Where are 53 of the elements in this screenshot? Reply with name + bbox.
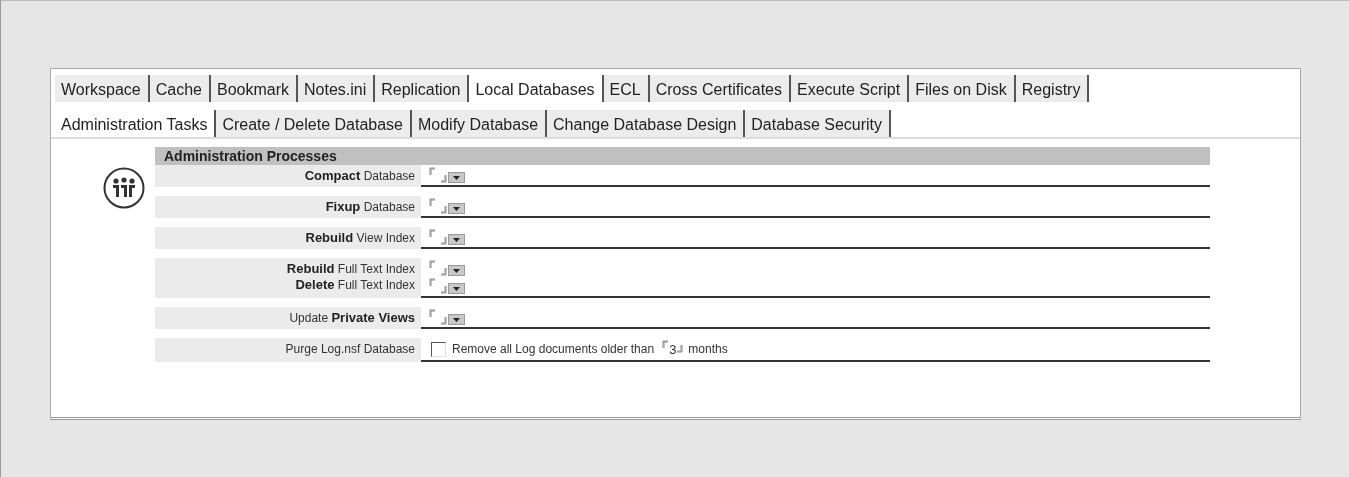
dropdown-button[interactable] [448, 234, 465, 245]
tab[interactable]: Workspace [55, 75, 150, 102]
field-bracket-icon [441, 286, 447, 294]
tab[interactable]: Database Security [745, 110, 891, 137]
caret-icon [453, 237, 460, 242]
row-label: Compact Database [304, 168, 415, 184]
field-bracket-icon [429, 278, 435, 286]
tab[interactable]: Replication [375, 75, 470, 102]
row-label: Rebuild View Index [305, 230, 415, 246]
checkbox-label: Remove all Log documents older than [452, 342, 655, 356]
tab[interactable]: Change Database Design [547, 110, 746, 137]
tab[interactable]: Cross Certificates [649, 75, 791, 102]
field-bracket-icon [429, 167, 435, 175]
dropdown-button[interactable] [448, 265, 465, 276]
dropdown-button[interactable] [448, 283, 465, 294]
months-field[interactable]: 3 [668, 341, 678, 357]
caret-icon [453, 317, 460, 322]
checkbox[interactable] [431, 341, 446, 357]
caret-icon [453, 268, 460, 273]
caret-icon [453, 206, 460, 211]
dropdown-button[interactable] [448, 172, 465, 183]
field-bracket-icon [441, 237, 447, 245]
row-label: Fixup Database [325, 199, 415, 215]
field-bracket-icon [677, 345, 684, 353]
caret-icon [453, 286, 460, 291]
row-label: Purge Log.nsf Database [285, 341, 415, 357]
dropdown-button[interactable] [448, 314, 465, 325]
tab[interactable]: Modify Database [412, 110, 548, 137]
field-bracket-icon [662, 340, 669, 348]
tab[interactable]: Notes.ini [298, 75, 376, 102]
tab[interactable]: ECL [603, 75, 650, 102]
row-label: Rebuild Full Text Index [286, 261, 415, 277]
row-label: Delete Full Text Index [295, 277, 415, 293]
field-bracket-icon [441, 317, 447, 325]
tab[interactable]: Registry [1015, 75, 1090, 102]
tab[interactable]: Cache [149, 75, 211, 102]
field-bracket-icon [429, 309, 435, 317]
section-header: Administration Processes [155, 147, 1210, 165]
field-bracket-icon [429, 260, 435, 268]
row-label: Update Private Views [289, 310, 415, 326]
tab[interactable]: Execute Script [791, 75, 910, 102]
tab[interactable]: Create / Delete Database [216, 110, 412, 137]
unit-label: months [688, 342, 728, 356]
tab[interactable]: Bookmark [211, 75, 298, 102]
field-bracket-icon [441, 175, 447, 183]
field-bracket-icon [429, 198, 435, 206]
field-bracket-icon [441, 206, 447, 214]
caret-icon [453, 175, 460, 180]
people-logo-icon [103, 167, 145, 209]
dropdown-button[interactable] [448, 203, 465, 214]
tab[interactable]: Files on Disk [909, 75, 1016, 102]
field-bracket-icon [429, 229, 435, 237]
field-bracket-icon [441, 268, 447, 276]
